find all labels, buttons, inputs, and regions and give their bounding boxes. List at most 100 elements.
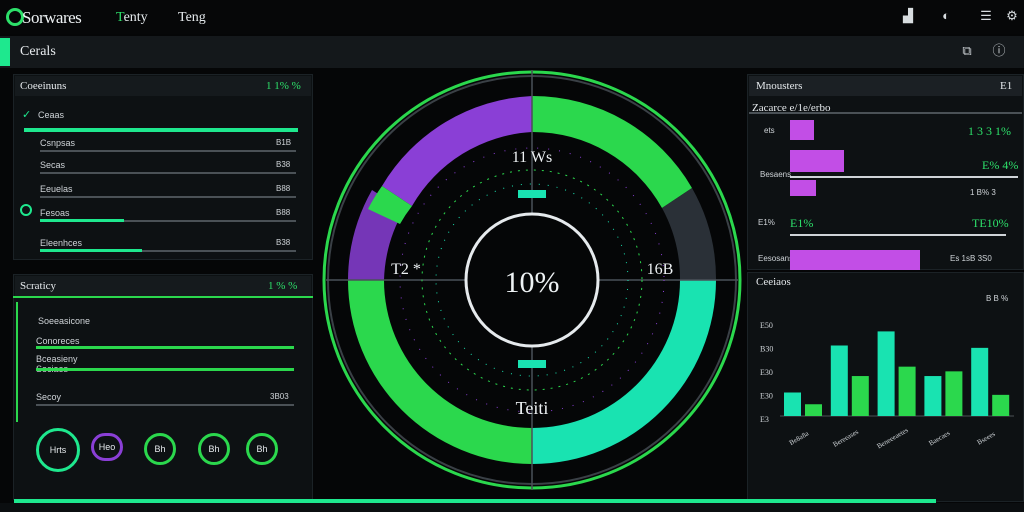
app-title: Sorwares: [22, 8, 82, 27]
gauge-top-label: 11 Ws: [512, 149, 552, 166]
stat-label-1: Soeeasicone: [38, 316, 91, 326]
left-row-progress: [40, 249, 142, 252]
right-row-2-bar: [790, 150, 844, 172]
stat-track-5: [36, 404, 294, 406]
left-row-progress: [40, 219, 124, 222]
chart-bar: [851, 376, 869, 416]
settings-icon[interactable]: ⚙: [1004, 8, 1020, 24]
menu-icon[interactable]: ☰: [978, 8, 994, 24]
status-dot-icon: [20, 204, 32, 216]
gauge-right-label: 16B: [647, 261, 674, 278]
chart-bar: [877, 331, 895, 416]
chart-y-tick: E3: [760, 415, 769, 424]
left-row-value: B88: [276, 184, 291, 193]
chart-x-tick: Bereeases: [832, 428, 860, 449]
left-panel-badge: 1 1% %: [266, 80, 301, 92]
chart-x-tick: Baecaes: [927, 429, 951, 448]
left-panel-2-divider: [13, 296, 313, 298]
app-subtitle[interactable]: Tenty: [116, 10, 148, 26]
bottom-strip: [0, 503, 1024, 512]
gauge-marker-top: [518, 190, 546, 198]
check-icon: ✓: [22, 109, 32, 121]
left-row-label: Eeuelas: [40, 184, 73, 194]
left-panel-title: Coeeinuns: [20, 80, 67, 92]
radial-gauge: 10% 11 Ws T2 * 16B Teiti: [322, 70, 742, 490]
left-panel-2-title: Scraticy: [20, 280, 57, 292]
gauge-marker-bottom: [518, 360, 546, 368]
right-row-1-label: ets: [764, 126, 775, 135]
left-panel-2-badge: 1 % %: [268, 280, 298, 292]
app-subtitle-2[interactable]: Teng: [178, 10, 206, 26]
chart-y-tick: B30: [760, 345, 773, 354]
left-row-value: B38: [276, 160, 291, 169]
expand-icon[interactable]: ⧉: [958, 42, 976, 60]
gauge-bottom-label: Teiti: [516, 398, 549, 418]
left-row-value: B1B: [276, 138, 292, 147]
chart-x-tick: Bseees: [976, 430, 997, 447]
right-row-5-value: Es 1sB 3S0: [950, 254, 992, 263]
chart-bar: [924, 376, 942, 416]
subtitle-rest: enty: [123, 10, 148, 25]
right-row-2-track: [790, 176, 1018, 178]
left-row-value: B88: [276, 208, 291, 217]
round-button-4[interactable]: Bh: [198, 433, 230, 465]
left-panel-2-header: [15, 276, 311, 296]
info-icon[interactable]: ⓘ: [990, 42, 1008, 60]
round-button-1[interactable]: Hrts: [36, 428, 80, 472]
right-panel-title: Mnousters: [756, 80, 803, 92]
chart-bar: [805, 404, 822, 416]
round-button-5[interactable]: Bh: [246, 433, 278, 465]
section-title: Cerals: [20, 44, 56, 59]
left-row-track: [40, 172, 296, 174]
left-panel-2-vertical-accent: [16, 302, 18, 422]
shield-icon[interactable]: ◐: [938, 8, 954, 24]
subtitle-mark: T: [116, 10, 124, 25]
left-row-label: Fesoas: [40, 208, 70, 218]
chart-y-tick: E30: [760, 368, 773, 377]
gauge-left-label: T2 *: [391, 261, 421, 278]
left-row-track: [40, 196, 296, 198]
stat-label-2: Conoreces: [36, 336, 80, 346]
chart-bar: [945, 371, 963, 416]
right-row-4-value: TE10%: [972, 216, 1009, 230]
right-row-2-label: Besaens: [760, 170, 792, 179]
right-row-1-bar: [790, 120, 814, 140]
right-chart-title: Ceeiaos: [756, 276, 791, 288]
right-row-3-bar: [790, 180, 816, 196]
chart-icon[interactable]: ▟: [900, 8, 916, 24]
chart-x-tick: Be8a8a: [788, 429, 811, 447]
left-row-label: Secas: [40, 160, 66, 170]
top-bar: [0, 0, 1024, 34]
right-row-5-bar: [790, 250, 920, 270]
chart-bar: [971, 347, 989, 416]
chart-x-tick: Beneeeaetes: [876, 426, 910, 450]
chart-y-tick: E30: [760, 392, 773, 401]
right-panel-title-icon[interactable]: E1: [1000, 80, 1012, 92]
left-row-label: Csnpsas: [40, 138, 76, 148]
right-panel-divider: [749, 112, 1022, 114]
chart-bar: [992, 394, 1010, 416]
stat-bar-4: [36, 368, 294, 371]
right-row-4-label: E1%: [758, 218, 775, 227]
right-row-4-track: [790, 234, 1006, 236]
stat-label-5: Secoy: [36, 392, 62, 402]
round-button-3[interactable]: Bh: [144, 433, 176, 465]
left-row-label: Eleenhces: [40, 238, 83, 248]
bar-chart: E50 B30 E30 E30 E3 Be8a8a Bereeases Beneeeaetes…: [760, 321, 1014, 450]
chart-y-tick: E50: [760, 321, 773, 330]
chart-bar: [898, 366, 916, 416]
chart-bar: [784, 392, 801, 416]
right-chart-badge: B B %: [986, 294, 1009, 303]
left-top-progress: [24, 128, 298, 132]
right-row-4-mark: E1%: [790, 216, 814, 230]
gauge-center-value: 10%: [505, 266, 560, 299]
left-top-row-label: Ceaas: [38, 110, 65, 120]
stat-label-3: Bceasieny: [36, 354, 78, 364]
right-row-2-value: E% 4%: [982, 158, 1019, 172]
right-row-1-value: 1 3 3 1%: [968, 124, 1011, 138]
stat-value-5: 3B03: [270, 392, 289, 401]
right-row-3-value: 1 B% 3: [970, 188, 996, 197]
subbar-accent: [0, 38, 10, 66]
round-button-2[interactable]: Heo: [91, 433, 123, 461]
chart-bar: [830, 345, 848, 416]
